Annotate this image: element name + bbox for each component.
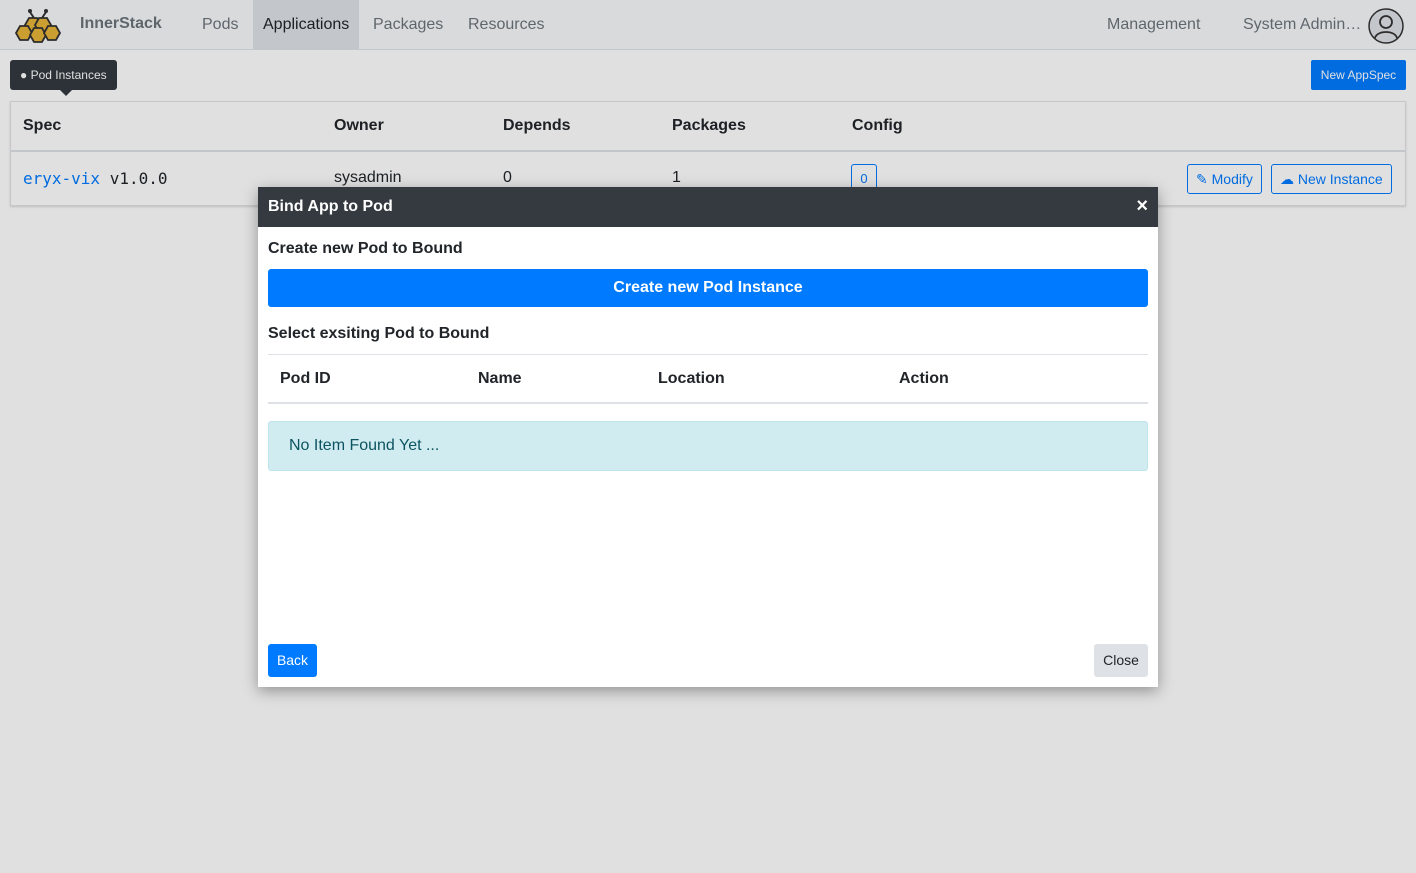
select-section-title: Select exsiting Pod to Bound [268,325,490,342]
close-icon[interactable]: × [1136,195,1148,218]
empty-state-alert: No Item Found Yet ... [268,421,1148,471]
column-header-location: Location [658,370,725,387]
create-pod-instance-button[interactable]: Create new Pod Instance [268,269,1148,307]
pod-table-header: Pod ID Name Location Action [268,354,1148,404]
close-button[interactable]: Close [1094,644,1148,677]
bind-app-modal: Bind App to Pod × Create new Pod to Boun… [258,187,1158,687]
column-header-action: Action [899,370,949,387]
column-header-pod-id: Pod ID [280,370,331,387]
modal-header: Bind App to Pod × [258,187,1158,227]
modal-title: Bind App to Pod [268,198,393,215]
back-button[interactable]: Back [268,644,317,677]
create-section-title: Create new Pod to Bound [268,240,463,257]
column-header-name: Name [478,370,522,387]
